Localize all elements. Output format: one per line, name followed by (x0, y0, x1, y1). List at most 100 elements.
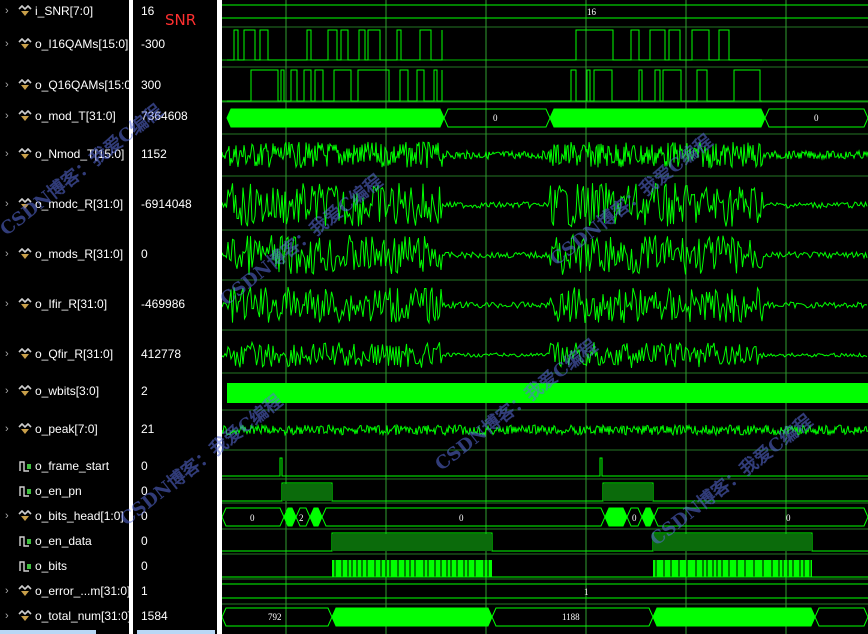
signal-name: o_en_data (35, 534, 92, 548)
signal-value: 300 (141, 78, 162, 92)
wave-trace (321, 507, 606, 527)
expand-arrow-icon[interactable]: › (5, 4, 14, 18)
signal-name: o_bits_head[1:0] (35, 509, 124, 523)
snr-wave-value: 16 (587, 7, 597, 17)
expand-arrow-icon[interactable]: › (5, 37, 14, 51)
signal-row[interactable]: › o_mods_R[31:0] (0, 245, 129, 263)
signal-row[interactable]: › o_mod_T[31:0] (0, 107, 129, 125)
name-pane-scrollbar[interactable] (0, 630, 96, 634)
wave-trace (222, 4, 868, 19)
wave-trace (226, 108, 445, 128)
bit-signal-icon (19, 486, 31, 497)
wave-trace (227, 69, 443, 102)
signal-row[interactable]: o_bits (0, 557, 129, 575)
signal-row[interactable]: › i_SNR[7:0] (0, 2, 129, 20)
wave-trace (604, 507, 628, 527)
wave-trace (222, 286, 868, 325)
wave-trace (331, 607, 493, 627)
signal-value: 1152 (141, 147, 167, 161)
signal-value: 0 (141, 559, 148, 573)
bits-head-wave-value: 0 (632, 513, 637, 523)
signal-name: o_I16QAMs[15:0] (35, 37, 129, 51)
value-pane-scrollbar[interactable] (137, 630, 215, 634)
signal-name: o_mods_R[31:0] (35, 247, 124, 261)
signal-name: o_error_...m[31:0] (35, 584, 129, 598)
signal-value-pane: 16 -300 300 7364608 1152 -6914048 0 -469986 4127… (133, 0, 217, 634)
signal-row[interactable]: o_en_pn (0, 482, 129, 500)
signal-name: o_Qfir_R[31:0] (35, 347, 114, 361)
wave-trace (550, 29, 762, 61)
signal-value: 1 (141, 584, 148, 598)
expand-arrow-icon[interactable]: › (5, 509, 14, 523)
wave-trace (549, 108, 766, 128)
signal-row[interactable]: › o_bits_head[1:0] (0, 507, 129, 525)
wave-trace (332, 534, 492, 551)
signal-row[interactable]: › o_Qfir_R[31:0] (0, 345, 129, 363)
signal-name: o_frame_start (35, 459, 110, 473)
signal-name: o_total_num[31:0] (35, 609, 129, 623)
signal-row[interactable]: › o_wbits[3:0] (0, 382, 129, 400)
wave-trace (222, 140, 868, 170)
wave-trace (550, 69, 762, 102)
expand-arrow-icon[interactable]: › (5, 347, 14, 361)
signal-row[interactable]: › o_Q16QAMs[15:0] (0, 76, 129, 94)
expand-arrow-icon[interactable]: › (5, 78, 14, 92)
signal-value: 0 (141, 534, 148, 548)
signal-name: o_peak[7:0] (35, 422, 98, 436)
expand-arrow-icon[interactable]: › (5, 109, 14, 123)
signal-name: i_SNR[7:0] (35, 4, 94, 18)
wave-trace (814, 607, 868, 627)
bus-signal-icon (18, 585, 32, 596)
bus-signal-icon (18, 248, 32, 259)
bus-signal-icon (18, 423, 32, 434)
wave-trace (309, 507, 323, 527)
expand-arrow-icon[interactable]: › (5, 584, 14, 598)
bus-signal-icon (18, 298, 32, 309)
bits-head-wave-value: 0 (459, 513, 464, 523)
expand-arrow-icon[interactable]: › (5, 384, 14, 398)
expand-arrow-icon[interactable]: › (5, 297, 14, 311)
total-num-wave-value: 1188 (562, 612, 580, 622)
signal-value: -469986 (141, 297, 186, 311)
signal-row[interactable]: › o_peak[7:0] (0, 420, 129, 438)
signal-value: 2 (141, 384, 148, 398)
bus-signal-icon (18, 385, 32, 396)
expand-arrow-icon[interactable]: › (5, 422, 14, 436)
signal-name: o_wbits[3:0] (35, 384, 100, 398)
wave-trace (222, 583, 868, 599)
bus-signal-icon (18, 148, 32, 159)
bit-signal-icon (19, 461, 31, 472)
signal-value: 0 (141, 247, 148, 261)
signal-row[interactable]: o_en_data (0, 532, 129, 550)
signal-row[interactable]: › o_total_num[31:0] (0, 607, 129, 625)
waveform-canvas[interactable]: 16 0 0 0 2 0 0 0 1 792 1188 (222, 0, 868, 634)
bus-signal-icon (18, 38, 32, 49)
wave-trace (652, 607, 816, 627)
signal-row[interactable]: o_frame_start (0, 457, 129, 475)
expand-arrow-icon[interactable]: › (5, 609, 14, 623)
error-num-wave-value: 1 (584, 587, 589, 597)
signal-value: -300 (141, 37, 166, 51)
signal-row[interactable]: › o_I16QAMs[15:0] (0, 35, 129, 53)
signal-name: o_bits (35, 559, 68, 573)
signal-row[interactable]: › o_error_...m[31:0] (0, 582, 129, 600)
waveform-pane[interactable]: 16 0 0 0 2 0 0 0 1 792 1188 (222, 0, 868, 634)
wave-trace (282, 484, 332, 501)
total-num-wave-value: 792 (268, 612, 282, 622)
bus-signal-icon (18, 5, 32, 16)
expand-arrow-icon[interactable]: › (5, 247, 14, 261)
bits-head-wave-value: 0 (250, 513, 255, 523)
mod-t-wave-value: 0 (493, 113, 498, 123)
bus-signal-icon (18, 348, 32, 359)
signal-value: 412778 (141, 347, 182, 361)
bus-signal-icon (18, 610, 32, 621)
expand-arrow-icon[interactable]: › (5, 147, 14, 161)
signal-value: -6914048 (141, 197, 192, 211)
bus-signal-icon (18, 510, 32, 521)
signal-value: 0 (141, 459, 148, 473)
mod-t-wave-value: 0 (814, 113, 819, 123)
signal-value: 16 (141, 4, 155, 18)
snr-annotation: SNR (165, 11, 197, 29)
signal-value: 1584 (141, 609, 168, 623)
signal-row[interactable]: › o_Ifir_R[31:0] (0, 295, 129, 313)
